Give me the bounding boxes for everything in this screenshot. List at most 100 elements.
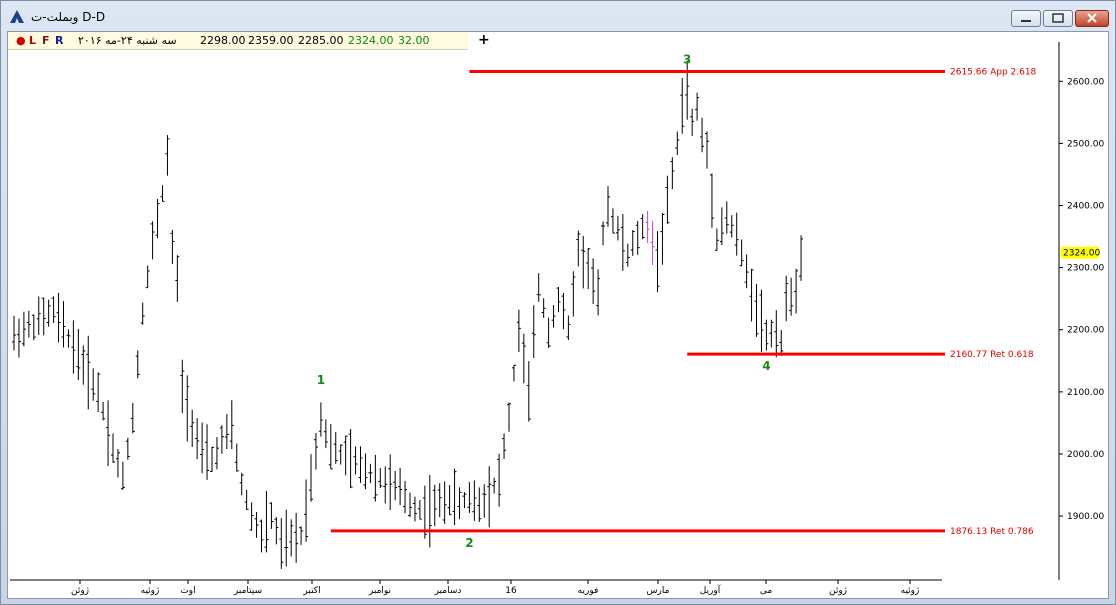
ohlc-bar <box>368 463 373 484</box>
ohlc-bar <box>26 310 31 338</box>
ohlc-bar <box>214 437 219 470</box>
ohlc-bar <box>749 268 754 322</box>
ohlc-bar <box>353 446 358 475</box>
ohlc-bar <box>437 483 442 518</box>
ohlc-bar <box>596 269 601 316</box>
ohlc-bar <box>56 292 61 343</box>
ohlc-bar <box>606 186 610 227</box>
ohlc-bar <box>477 487 482 522</box>
ohlc-bar <box>46 299 51 327</box>
ohlc-bar <box>170 229 175 265</box>
window-title: وبملت-ت D-D <box>31 10 106 24</box>
ohlc-bar <box>239 472 244 496</box>
ohlc-bar <box>546 317 551 349</box>
x-tick-label: ژوئن <box>829 586 847 596</box>
ohlc-bar <box>393 470 398 501</box>
ohlc-bar <box>101 401 106 421</box>
ohlc-bar <box>115 449 120 478</box>
ohlc-bar <box>680 77 685 134</box>
ohlc-bar <box>526 361 531 422</box>
level-label: 2615.66 App 2.618 <box>950 68 1037 78</box>
ohlc-bar <box>313 432 318 470</box>
ohlc-bar <box>586 247 591 290</box>
ohlc-bar <box>249 502 254 531</box>
ohlc-bar <box>799 235 804 281</box>
minimize-icon <box>1021 20 1031 22</box>
ohlc-bar <box>294 512 299 563</box>
quote-high: 2359.00 <box>248 34 294 47</box>
wave-label-1: 1 <box>317 373 325 387</box>
ohlc-bar <box>125 437 130 460</box>
ohlc-bar <box>625 243 630 267</box>
ohlc-bar <box>700 117 705 153</box>
ohlc-bar <box>229 400 234 450</box>
ohlc-bar <box>328 424 333 470</box>
y-tick-label: 2600.00 <box>1067 77 1104 87</box>
x-tick-label: می <box>760 586 773 596</box>
ohlc-bar <box>135 350 140 379</box>
ohlc-bar <box>487 466 492 528</box>
ohlc-bar <box>21 311 26 347</box>
ohlc-bar <box>91 368 96 401</box>
ohlc-bar <box>41 297 46 336</box>
ohlc-bar <box>556 287 561 313</box>
ohlc-bar <box>452 468 457 526</box>
ohlc-bar <box>784 275 789 322</box>
quote-date: سه شنبه ۲۴-مه ۲۰۱۶ <box>78 34 177 47</box>
ohlc-bar <box>502 433 507 459</box>
status-dot: ● <box>16 34 26 47</box>
ohlc-bar <box>566 315 571 340</box>
ohlc-bar <box>516 309 521 353</box>
ohlc-bar <box>591 258 596 304</box>
ohlc-bar <box>462 492 467 509</box>
last-price-label: 2324.00 <box>1063 249 1100 259</box>
x-tick-label: اوت <box>180 586 195 596</box>
ohlc-bar <box>224 414 229 450</box>
ohlc-bar <box>180 359 185 414</box>
y-tick-label: 2100.00 <box>1067 388 1104 398</box>
ohlc-bar <box>403 480 408 514</box>
ohlc-bar <box>640 214 645 240</box>
level-label: 1876.13 Ret 0.786 <box>950 527 1034 537</box>
ohlc-bar <box>210 446 214 472</box>
ohlc-bar <box>561 292 566 330</box>
ohlc-bar <box>323 419 328 449</box>
ohlc-bar <box>190 409 195 448</box>
ohlc-bar <box>457 487 462 520</box>
ohlc-bar <box>145 265 150 289</box>
close-button[interactable] <box>1075 10 1109 27</box>
flag-l-button[interactable]: L <box>29 34 36 47</box>
ohlc-bar <box>408 492 412 518</box>
ohlc-bar <box>259 519 264 553</box>
flag-f-button[interactable]: F <box>42 34 50 47</box>
x-tick-label: فوریه <box>578 586 599 596</box>
ohlc-bar <box>576 230 581 267</box>
ohlc-bar <box>289 519 294 557</box>
quote-close: 2324.00 <box>348 34 394 47</box>
wave-label-3: 3 <box>683 53 691 67</box>
x-tick-label: مارس <box>647 586 670 596</box>
chart-area[interactable]: 1900.00 2000.00 2100.00 2200.00 2300.00 2400.… <box>7 31 1109 599</box>
ohlc-bar <box>779 329 784 356</box>
ohlc-bar <box>769 319 774 348</box>
y-tick-label: 2200.00 <box>1067 326 1104 336</box>
ohlc-bar <box>650 220 655 266</box>
price-chart[interactable]: 1900.00 2000.00 2100.00 2200.00 2300.00 2400.… <box>8 32 1108 598</box>
ohlc-bar <box>304 479 309 542</box>
ohlc-bar <box>709 173 714 228</box>
minimize-button[interactable] <box>1011 10 1041 27</box>
title-bar[interactable]: وبملت-ت D-D <box>1 1 1115 31</box>
ohlc-bar <box>442 481 447 524</box>
ohlc-bar <box>36 296 41 336</box>
add-indicator-button[interactable]: + <box>478 32 490 48</box>
close-icon <box>1087 13 1097 23</box>
ohlc-bar <box>86 335 91 410</box>
ohlc-bar <box>200 422 205 474</box>
ohlc-bar <box>343 435 348 476</box>
ohlc-bar <box>299 526 304 545</box>
ohlc-bar <box>160 185 165 202</box>
ohlc-bar <box>635 221 640 255</box>
x-tick-label: دسامبر <box>434 586 462 596</box>
flag-r-button[interactable]: R <box>55 34 63 47</box>
maximize-button[interactable] <box>1043 10 1073 27</box>
